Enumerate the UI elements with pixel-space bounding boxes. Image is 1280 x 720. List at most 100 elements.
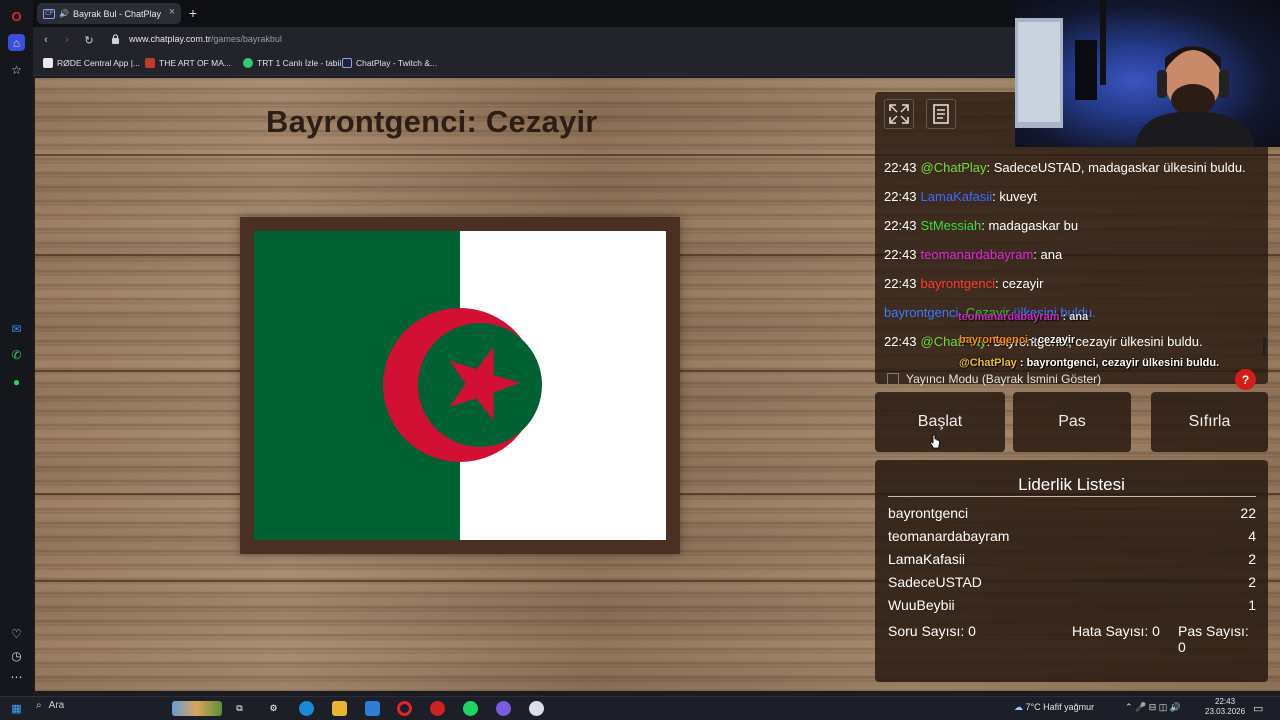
start-button[interactable]: Başlat [875, 392, 1005, 452]
search-icon: ⌕ [36, 700, 42, 711]
message-time: 22:43 [884, 276, 917, 291]
overlay-line: teomanardabayram : ana [958, 311, 1223, 334]
player-name: teomanardabayram [888, 528, 1010, 544]
opera-logo-icon[interactable]: O [8, 8, 25, 25]
streamer-mode-checkbox[interactable] [887, 373, 899, 385]
heart-icon[interactable]: ♡ [8, 625, 25, 642]
chat-message: 22:43 teomanardabayram: ana [884, 247, 1264, 276]
webcam-overlay [1015, 0, 1280, 147]
bookmark-art-of-ma[interactable]: THE ART OF MA... [145, 58, 231, 68]
notifications-icon[interactable]: ▭ [1253, 702, 1263, 715]
webcam-streamer-image [1015, 0, 1255, 147]
tab-active[interactable]: CP 🔊 Bayrak Bul - ChatPlay × [37, 3, 181, 24]
message-text: : kuveyt [992, 189, 1037, 204]
windows-start-icon[interactable]: ▦ [9, 701, 24, 716]
message-user: LamaKafasii [920, 189, 993, 204]
overlay-line: bayrontgenci : cezayir [959, 334, 1223, 357]
notes-icon[interactable] [926, 99, 956, 129]
search-placeholder: Ara [48, 700, 65, 711]
passes-stat: Pas Sayısı: 0 [1178, 623, 1256, 655]
file-explorer-icon[interactable] [332, 701, 347, 716]
player-name: SadeceUSTAD [888, 574, 982, 590]
spotify-icon[interactable]: ● [8, 373, 25, 390]
windows-taskbar: ▦ ⌕ Ara ⧉ ⚙ ☁ 7°C Hafif yağmur ⌃ 🎤 ⊟ ◫ 🔊… [0, 696, 1280, 720]
more-icon[interactable]: ⋯ [8, 668, 25, 685]
chat-message: 22:43 StMessiah: madagaskar bu [884, 218, 1264, 247]
taskbar-search[interactable]: ⌕ Ara [36, 700, 64, 711]
opera-taskbar-icon[interactable] [397, 701, 412, 716]
chat-scrollbar[interactable] [1263, 338, 1266, 356]
rode-bookmark-icon [43, 58, 53, 68]
weather-text: 7°C Hafif yağmur [1025, 702, 1095, 712]
player-score: 4 [1248, 528, 1256, 544]
lock-icon [112, 34, 119, 44]
whatsapp-icon[interactable]: ✆ [8, 346, 25, 363]
new-tab-button[interactable]: + [185, 5, 201, 21]
history-icon[interactable]: ◷ [8, 647, 25, 664]
player-score: 1 [1248, 597, 1256, 613]
back-button[interactable]: ‹ [38, 32, 54, 48]
fullscreen-icon[interactable] [884, 99, 914, 129]
reload-button[interactable]: ↻ [81, 32, 97, 48]
star-icon[interactable]: ☆ [8, 61, 25, 78]
clock[interactable]: 22:43 23.03.2026 [1205, 697, 1245, 717]
mail-icon[interactable] [365, 701, 380, 716]
overlay-user: bayrontgenci [959, 334, 1029, 346]
errors-value: 0 [1152, 623, 1160, 639]
leaderboard-row: SadeceUSTAD 2 [888, 574, 1256, 594]
passes-label: Pas Sayısı: [1178, 623, 1249, 639]
overlay-line: @ChatPlay : bayrontgenci, cezayir ülkesi… [959, 357, 1223, 380]
close-tab-icon[interactable]: × [169, 6, 175, 18]
bookmark-label: TRT 1 Canlı İzle - tabii [257, 58, 342, 68]
widgets-icon[interactable]: ⚙ [266, 701, 281, 716]
message-time: 22:43 [884, 247, 917, 262]
passes-value: 0 [1178, 639, 1186, 655]
message-user: bayrontgenci [920, 276, 995, 291]
player-name: LamaKafasii [888, 551, 966, 567]
bookmark-chatplay[interactable]: ChatPlay - Twitch &... [342, 58, 437, 68]
bookmark-label: ChatPlay - Twitch &... [356, 58, 438, 68]
app-icon[interactable] [430, 701, 445, 716]
reset-button[interactable]: Sıfırla [1151, 392, 1268, 452]
cloud-icon: ☁ [1014, 702, 1023, 712]
chatplay-bookmark-icon [342, 58, 352, 68]
player-name: bayrontgenci [888, 505, 969, 521]
overlay-text: : bayrontgenci, cezayir ülkesini buldu. [1016, 357, 1220, 369]
leaderboard-row: teomanardabayram 4 [888, 528, 1256, 548]
bookmark-rode[interactable]: RØDE Central App |... [43, 58, 140, 68]
speaker-icon[interactable]: 🔊 [59, 9, 69, 18]
message-time: 22:43 [884, 189, 917, 204]
leaderboard-row: bayrontgenci 22 [888, 505, 1256, 525]
overlay-user: @ChatPlay [959, 357, 1017, 369]
pass-button[interactable]: Pas [1013, 392, 1131, 452]
divider [888, 496, 1256, 497]
spotify-taskbar-icon[interactable] [463, 701, 478, 716]
chat-message: 22:43 LamaKafasii: kuveyt [884, 189, 1264, 218]
url-field[interactable]: www.chatplay.com.tr/games/bayrakbul [129, 34, 282, 44]
bookmark-trt1[interactable]: TRT 1 Canlı İzle - tabii [243, 58, 341, 68]
game-title: Bayrontgenci: Cezayir [266, 104, 598, 139]
task-view-icon[interactable]: ⧉ [232, 701, 247, 716]
algeria-flag [254, 231, 666, 540]
leaderboard-title: Liderlik Listesi [1018, 475, 1125, 494]
message-time: 22:43 [884, 334, 917, 349]
bookmark-label: RØDE Central App |... [57, 58, 140, 68]
message-user: @ChatPlay [920, 160, 987, 175]
trt-bookmark-icon [243, 58, 253, 68]
help-button[interactable]: ? [1235, 369, 1256, 390]
forward-button[interactable]: › [59, 32, 75, 48]
clock-time: 22:43 [1215, 697, 1236, 706]
overlay-user: teomanardabayram [958, 311, 1060, 323]
errors-label: Hata Sayısı: [1072, 623, 1149, 639]
player-score: 22 [1240, 505, 1256, 521]
questions-value: 0 [968, 623, 976, 639]
discord-icon[interactable] [496, 701, 511, 716]
tray-icons[interactable]: ⌃ 🎤 ⊟ ◫ 🔊 [1125, 702, 1181, 713]
flag-frame [240, 217, 680, 554]
app-icon-2[interactable] [529, 701, 544, 716]
search-highlight-icon[interactable] [172, 701, 222, 716]
weather[interactable]: ☁ 7°C Hafif yağmur [1014, 702, 1094, 713]
home-icon[interactable]: ⌂ [8, 34, 25, 51]
edge-icon[interactable] [299, 701, 314, 716]
messenger-icon[interactable]: ✉ [8, 320, 25, 337]
